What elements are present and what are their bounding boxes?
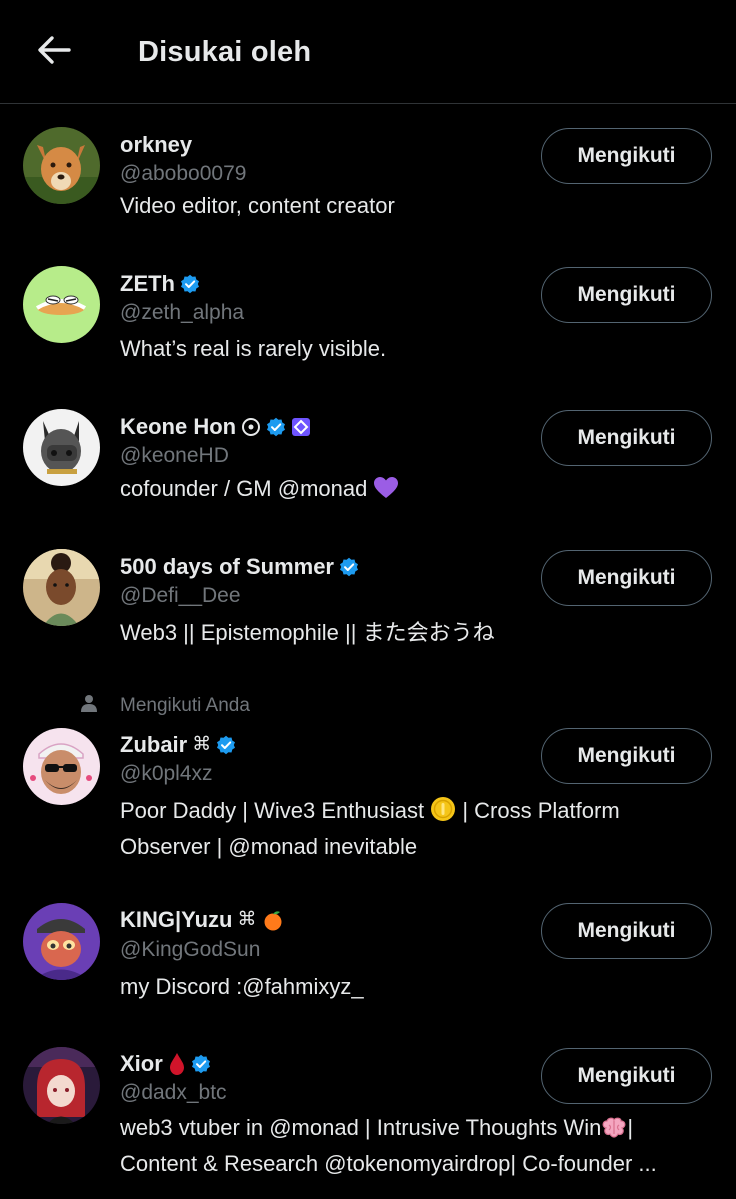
name-line: Xior (120, 1048, 211, 1080)
display-name[interactable]: KING|Yuzu (120, 907, 233, 933)
display-name[interactable]: ZETh (120, 271, 175, 297)
affiliate-badge-icon (291, 417, 311, 437)
following-button[interactable]: Mengikuti (541, 128, 712, 184)
following-button[interactable]: Mengikuti (541, 267, 712, 323)
display-name[interactable]: orkney (120, 132, 192, 158)
bio-line-1: Poor Daddy | Wive3 Enthusiast | Cross Pl… (120, 795, 710, 831)
user-bio: web3 vtuber in @monad | Intrusive Though… (120, 1112, 710, 1180)
user-handle[interactable]: @k0pl4xz (120, 760, 213, 788)
user-bio: What’s real is rarely visible. (120, 336, 387, 361)
bio-line-1: web3 vtuber in @monad | Intrusive Though… (120, 1112, 710, 1148)
user-bio: my Discord :@fahmixyz_ (120, 974, 364, 999)
user-bio: Poor Daddy | Wive3 Enthusiast | Cross Pl… (120, 795, 710, 863)
command-symbol: ⌘ (192, 734, 212, 755)
name-line: 500 days of Summer (120, 551, 359, 583)
bio-text: | (627, 1115, 634, 1140)
bio-text: cofounder / GM @monad (120, 476, 368, 501)
follows-you-label: Mengikuti Anda (120, 695, 250, 716)
verified-badge-icon (191, 1054, 211, 1074)
avatar[interactable] (23, 409, 100, 486)
verified-badge-icon (266, 417, 286, 437)
brain-icon (601, 1116, 627, 1148)
name-line: Keone Hon (120, 411, 311, 443)
user-handle[interactable]: @dadx_btc (120, 1079, 227, 1107)
bio-text: web3 vtuber in @monad | Intrusive Though… (120, 1115, 602, 1140)
avatar[interactable] (23, 266, 100, 343)
page-title: Disukai oleh (138, 36, 312, 68)
user-handle[interactable]: @Defi__Dee (120, 582, 241, 610)
user-bio: Web3 || Epistemophile || また会おうね (120, 620, 495, 645)
top-bar: Disukai oleh (0, 0, 736, 104)
following-button[interactable]: Mengikuti (541, 1048, 712, 1104)
verified-badge-icon (339, 557, 359, 577)
name-line: ZETh (120, 268, 200, 300)
purple-heart-icon (373, 476, 399, 509)
tangerine-icon (262, 909, 284, 931)
bio-text: | Cross Platform (462, 798, 620, 823)
user-handle[interactable]: @keoneHD (120, 442, 229, 470)
display-name[interactable]: Xior (120, 1051, 163, 1077)
name-line: KING|Yuzu ⌘ (120, 904, 284, 936)
person-icon (80, 694, 98, 718)
back-button[interactable] (28, 26, 80, 78)
blood-drop-icon (168, 1052, 186, 1076)
avatar[interactable] (23, 127, 100, 204)
avatar[interactable] (23, 903, 100, 980)
user-bio: Video editor, content creator (120, 193, 395, 218)
following-button[interactable]: Mengikuti (541, 728, 712, 784)
user-handle[interactable]: @abobo0079 (120, 160, 246, 188)
display-name[interactable]: Zubair (120, 732, 187, 758)
following-button[interactable]: Mengikuti (541, 410, 712, 466)
following-button[interactable]: Mengikuti (541, 550, 712, 606)
following-button[interactable]: Mengikuti (541, 903, 712, 959)
command-symbol: ⌘ (237, 909, 257, 930)
verified-badge-icon (180, 274, 200, 294)
bio-line-2: Observer | @monad inevitable (120, 834, 418, 859)
name-line: orkney (120, 129, 192, 161)
user-handle[interactable]: @zeth_alpha (120, 299, 244, 327)
user-bio: cofounder / GM @monad (120, 473, 710, 509)
verified-badge-icon (216, 735, 236, 755)
bio-text: Poor Daddy | Wive3 Enthusiast (120, 798, 425, 823)
follows-you-context: Mengikuti Anda (80, 692, 250, 720)
user-handle[interactable]: @KingGodSun (120, 936, 260, 964)
avatar[interactable] (23, 1047, 100, 1124)
avatar[interactable] (23, 549, 100, 626)
name-line: Zubair ⌘ (120, 729, 236, 761)
coin-icon (430, 796, 456, 831)
bio-line-2: Content & Research @tokenomyairdrop| Co-… (120, 1151, 657, 1176)
circle-dot-icon (241, 417, 261, 437)
display-name[interactable]: Keone Hon (120, 414, 236, 440)
display-name[interactable]: 500 days of Summer (120, 554, 334, 580)
avatar[interactable] (23, 728, 100, 805)
arrow-left-icon (37, 35, 71, 70)
